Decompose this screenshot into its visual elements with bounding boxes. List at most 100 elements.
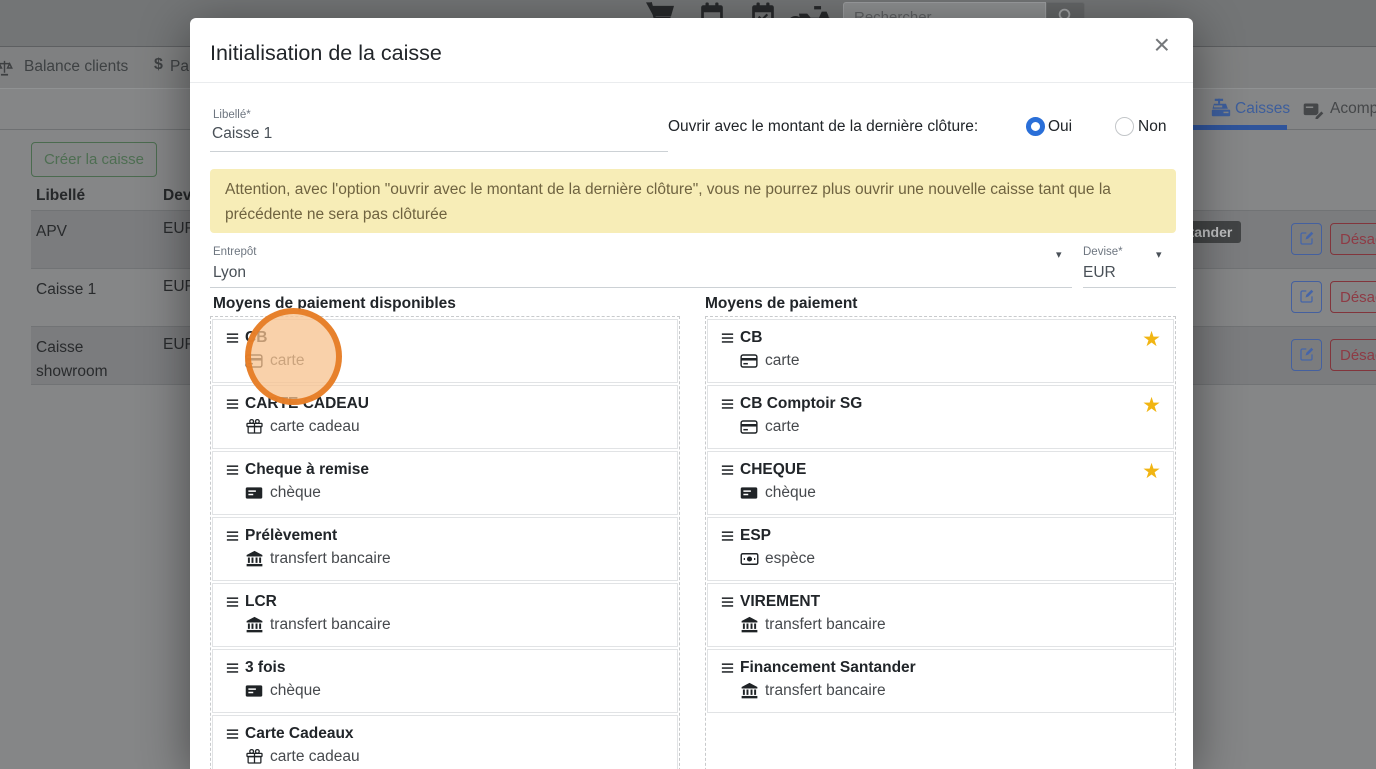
radio-oui-label[interactable]: Oui — [1048, 118, 1072, 136]
edit-button[interactable] — [1291, 223, 1322, 255]
favorite-star-icon[interactable]: ★ — [1142, 327, 1161, 352]
balance-scale-icon — [0, 58, 14, 78]
init-cash-modal: Initialisation de la caisse × Libellé* O… — [190, 18, 1193, 769]
payment-method-item[interactable]: CB carte — [212, 319, 678, 383]
payment-method-item[interactable]: CB carte ★ — [707, 319, 1174, 383]
payment-type-label: carte cadeau — [270, 748, 360, 765]
payment-type-label: carte — [270, 352, 305, 369]
payment-method-item[interactable]: VIREMENT transfert bancaire — [707, 583, 1174, 647]
entrepot-select[interactable]: Lyon — [213, 264, 246, 282]
drag-handle-icon[interactable] — [720, 331, 735, 345]
drag-handle-icon[interactable] — [720, 463, 735, 477]
drag-handle-icon[interactable] — [225, 463, 240, 477]
edit-button[interactable] — [1291, 339, 1322, 371]
payment-method-name: Prélèvement — [245, 527, 338, 544]
drag-handle-icon[interactable] — [225, 529, 240, 543]
cell-libelle: Caisse 1 — [36, 281, 97, 298]
drag-handle-icon[interactable] — [225, 661, 240, 675]
create-cash-button[interactable]: Créer la caisse — [31, 142, 157, 177]
tab-caisses[interactable]: Caisses — [1235, 100, 1290, 118]
entrepot-underline — [210, 287, 1072, 288]
edit-pencil-icon — [1299, 230, 1315, 249]
modal-header: Initialisation de la caisse × — [190, 18, 1193, 83]
drag-handle-icon[interactable] — [720, 661, 735, 675]
payment-method-name: CHEQUE — [740, 461, 807, 478]
radio-oui[interactable] — [1026, 117, 1045, 136]
drag-handle-icon[interactable] — [720, 595, 735, 609]
credit-card-icon — [738, 418, 760, 436]
available-payments-title: Moyens de paiement disponibles — [213, 295, 456, 312]
payment-method-item[interactable]: Prélèvement transfert bancaire — [212, 517, 678, 581]
payment-method-item[interactable]: Financement Santander transfert bancaire — [707, 649, 1174, 713]
radio-non-label[interactable]: Non — [1138, 118, 1166, 136]
cash-register-icon — [1211, 98, 1231, 117]
payment-method-name: Cheque à remise — [245, 461, 370, 478]
payment-method-name: VIREMENT — [740, 593, 821, 610]
edit-pencil-icon — [1299, 288, 1315, 307]
libelle-input[interactable] — [210, 122, 668, 152]
gift-icon — [243, 748, 265, 766]
devise-label: Devise* — [1083, 246, 1123, 258]
modal-title: Initialisation de la caisse — [210, 41, 442, 65]
payment-method-item[interactable]: Cheque à remise chèque — [212, 451, 678, 515]
payment-type-label: carte — [765, 352, 800, 369]
drag-handle-icon[interactable] — [225, 595, 240, 609]
warning-alert: Attention, avec l'option "ouvrir avec le… — [210, 169, 1176, 233]
payment-type-label: transfert bancaire — [765, 616, 886, 633]
drag-handle-icon[interactable] — [225, 331, 240, 345]
note-edit-icon — [1303, 100, 1326, 119]
deactivate-button[interactable]: Désac — [1330, 223, 1376, 255]
credit-card-icon — [243, 352, 265, 370]
libelle-label: Libellé* — [213, 109, 251, 121]
payment-type-label: transfert bancaire — [765, 682, 886, 699]
payment-method-item[interactable]: CARTE CADEAU carte cadeau — [212, 385, 678, 449]
edit-button[interactable] — [1291, 281, 1322, 313]
entrepot-label: Entrepôt — [213, 246, 257, 258]
radio-non[interactable] — [1115, 117, 1134, 136]
favorite-star-icon[interactable]: ★ — [1142, 459, 1161, 484]
payment-method-item[interactable]: CHEQUE chèque ★ — [707, 451, 1174, 515]
payment-method-name: CB Comptoir SG — [740, 395, 863, 412]
selected-payments-title: Moyens de paiement — [705, 295, 858, 312]
money-bill-icon — [738, 550, 760, 568]
payment-method-name: CARTE CADEAU — [245, 395, 369, 412]
deactivate-button[interactable]: Désac — [1330, 281, 1376, 313]
payment-method-item[interactable]: CB Comptoir SG carte ★ — [707, 385, 1174, 449]
favorite-star-icon[interactable]: ★ — [1142, 393, 1161, 418]
drag-handle-icon[interactable] — [720, 397, 735, 411]
bank-icon — [738, 616, 760, 634]
dollar-icon: $ — [154, 56, 163, 73]
payment-method-name: CB — [245, 329, 268, 346]
payment-method-name: LCR — [245, 593, 277, 610]
chevron-down-icon[interactable]: ▾ — [1156, 248, 1162, 261]
devise-underline — [1083, 287, 1176, 288]
money-check-icon — [738, 484, 760, 502]
payment-type-label: chèque — [270, 682, 321, 699]
devise-select[interactable]: EUR — [1083, 264, 1116, 282]
payment-type-label: transfert bancaire — [270, 616, 391, 633]
bank-icon — [243, 616, 265, 634]
edit-pencil-icon — [1299, 346, 1315, 365]
tab-acomptes[interactable]: Acomp — [1330, 100, 1376, 118]
bank-icon — [243, 550, 265, 568]
chevron-down-icon[interactable]: ▾ — [1056, 248, 1062, 261]
payment-type-label: espèce — [765, 550, 815, 567]
drag-handle-icon[interactable] — [225, 727, 240, 741]
payment-method-item[interactable]: ESP espèce — [707, 517, 1174, 581]
gift-icon — [243, 418, 265, 436]
close-button[interactable]: × — [1148, 30, 1176, 60]
deactivate-button[interactable]: Désac — [1330, 339, 1376, 371]
active-tab-underline — [1180, 125, 1287, 130]
drag-handle-icon[interactable] — [720, 529, 735, 543]
payment-method-item[interactable]: LCR transfert bancaire — [212, 583, 678, 647]
payment-type-label: transfert bancaire — [270, 550, 391, 567]
nav-balance-clients[interactable]: Balance clients — [24, 58, 128, 76]
available-payments-list: CB carte CARTE CADEAU carte cadeau Chequ… — [210, 316, 680, 769]
column-header-libelle: Libellé — [36, 187, 86, 204]
payment-method-item[interactable]: Carte Cadeaux carte cadeau — [212, 715, 678, 769]
payment-method-name: 3 fois — [245, 659, 286, 676]
drag-handle-icon[interactable] — [225, 397, 240, 411]
last-closure-question: Ouvrir avec le montant de la dernière cl… — [668, 118, 979, 135]
cell-libelle: APV — [36, 223, 68, 240]
payment-method-item[interactable]: 3 fois chèque — [212, 649, 678, 713]
